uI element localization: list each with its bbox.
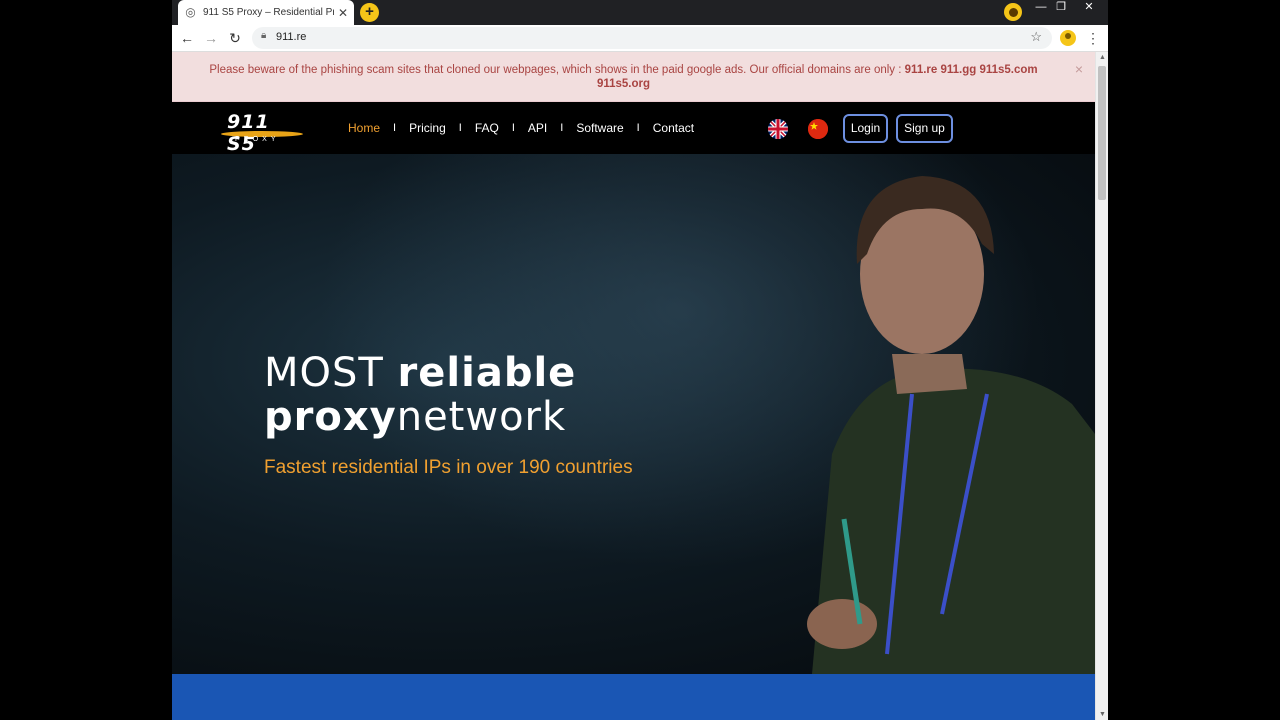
hero-person-image (807, 176, 1095, 674)
nav-separator: I (458, 122, 462, 134)
globe-icon: ◎ (185, 5, 196, 19)
site-navbar: 911 S5 PROXY Home I Pricing I FAQ I API … (172, 102, 1095, 155)
alert-domains-2: 911s5.org (596, 78, 651, 90)
nav-home[interactable]: Home (348, 121, 380, 135)
url-text[interactable]: 911.re (276, 31, 306, 43)
uk-flag-icon[interactable] (768, 119, 788, 139)
scroll-up-icon[interactable]: ▲ (1099, 54, 1106, 61)
minimize-icon[interactable]: — (1030, 0, 1052, 14)
nav-separator: I (393, 122, 397, 134)
browser-tab[interactable]: ◎ 911 S5 Proxy – Residential Proxies ✕ (178, 0, 354, 25)
close-icon[interactable]: ✕ (338, 6, 348, 20)
menu-kebab-icon[interactable]: ⋮ (1086, 30, 1100, 46)
address-toolbar: ← → ↻ 🔒︎ 911.re ☆ ⋮ (172, 25, 1108, 52)
main-menu: Home I Pricing I FAQ I API I Software I … (348, 121, 694, 135)
window-close-icon[interactable]: ✕ (1078, 0, 1100, 14)
phishing-alert: Please beware of the phishing scam sites… (172, 52, 1095, 102)
hero-title-line-2: proxynetwork (264, 394, 566, 440)
nav-separator: I (560, 122, 564, 134)
hero-title-line-1: MOST reliable (264, 350, 576, 396)
back-icon[interactable]: ← (178, 29, 196, 47)
reload-icon[interactable]: ↻ (226, 29, 244, 47)
hero-title-bold: reliable (397, 350, 577, 396)
nav-contact[interactable]: Contact (653, 121, 694, 135)
nav-separator: I (511, 122, 515, 134)
bookmark-star-icon[interactable]: ☆ (1030, 29, 1042, 45)
nav-api[interactable]: API (528, 121, 547, 135)
nav-separator: I (636, 122, 640, 134)
nav-software[interactable]: Software (576, 121, 623, 135)
site-logo[interactable]: 911 S5 PROXY (217, 111, 305, 155)
nav-pricing[interactable]: Pricing (409, 121, 446, 135)
alert-message: Please beware of the phishing scam sites… (209, 64, 902, 76)
blue-section-band (172, 674, 1095, 720)
scroll-thumb[interactable] (1098, 66, 1106, 200)
page-scrollbar[interactable]: ▲ ▼ (1095, 52, 1108, 720)
alert-domains: 911.re 911.gg 911s5.com (904, 64, 1038, 76)
extension-icon[interactable] (1004, 3, 1022, 21)
restore-icon[interactable]: ❐ (1050, 0, 1072, 14)
lock-icon[interactable]: 🔒︎ (261, 30, 266, 41)
nav-faq[interactable]: FAQ (475, 121, 499, 135)
browser-window: ◎ 911 S5 Proxy – Residential Proxies ✕ +… (172, 0, 1108, 720)
forward-icon[interactable]: → (202, 29, 220, 47)
hero-section: MOST reliable proxynetwork Fastest resid… (172, 154, 1095, 674)
new-tab-button[interactable]: + (360, 3, 379, 22)
hero-title-bold-2: proxy (264, 394, 397, 440)
logo-text-bottom: PROXY (235, 136, 280, 143)
profile-avatar-icon[interactable] (1060, 30, 1076, 46)
china-flag-icon[interactable] (808, 119, 828, 139)
signup-button[interactable]: Sign up (896, 114, 953, 143)
hero-title-thin: MOST (264, 350, 398, 396)
tab-title: 911 S5 Proxy – Residential Proxies (203, 7, 334, 18)
login-button[interactable]: Login (843, 114, 888, 143)
scroll-down-icon[interactable]: ▼ (1099, 711, 1106, 718)
alert-close-icon[interactable]: × (1075, 62, 1083, 76)
webpage: Please beware of the phishing scam sites… (172, 52, 1095, 720)
tab-bar: ◎ 911 S5 Proxy – Residential Proxies ✕ +… (172, 0, 1108, 25)
address-bar[interactable]: 🔒︎ 911.re ☆ (252, 27, 1052, 49)
hero-subtitle: Fastest residential IPs in over 190 coun… (264, 457, 633, 478)
hero-title-thin-2: network (396, 394, 567, 440)
